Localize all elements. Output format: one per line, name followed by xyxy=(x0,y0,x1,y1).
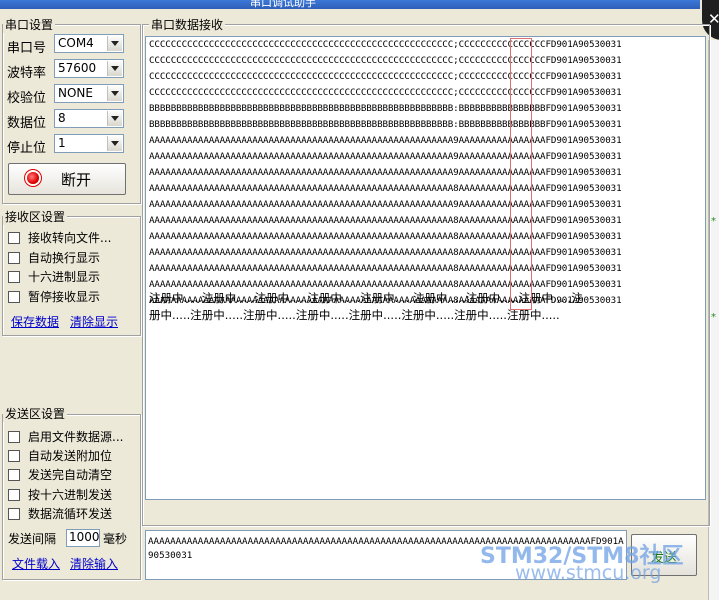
parity-value: NONE xyxy=(58,86,93,100)
receive-line: AAAAAAAAAAAAAAAAAAAAAAAAAAAAAAAAAAAAAAAA… xyxy=(149,279,622,290)
port-label: 串口号 xyxy=(7,41,47,56)
receive-line: AAAAAAAAAAAAAAAAAAAAAAAAAAAAAAAAAAAAAAAA… xyxy=(149,199,622,210)
save-data-link[interactable]: 保存数据 xyxy=(11,313,59,330)
interval-label: 发送间隔 xyxy=(8,532,57,546)
file-load-link[interactable]: 文件载入 xyxy=(12,555,60,572)
receive-line: BBBBBBBBBBBBBBBBBBBBBBBBBBBBBBBBBBBBBBBB… xyxy=(149,103,622,114)
interval-field[interactable] xyxy=(66,529,100,547)
receive-line: AAAAAAAAAAAAAAAAAAAAAAAAAAAAAAAAAAAAAAAA… xyxy=(149,183,622,194)
checkbox-box[interactable] xyxy=(8,270,20,283)
clear-display-link[interactable]: 清除显示 xyxy=(70,313,118,330)
stopbits-label: 停止位 xyxy=(7,141,47,156)
disconnect-button[interactable]: 断开 xyxy=(8,163,126,195)
chevron-down-icon[interactable] xyxy=(107,61,122,76)
stopbits-value: 1 xyxy=(58,136,66,150)
chevron-down-icon[interactable] xyxy=(107,136,122,151)
chevron-down-icon[interactable] xyxy=(107,111,122,126)
port-select[interactable]: COM4 xyxy=(54,34,124,53)
checkbox-box[interactable] xyxy=(8,231,20,244)
checkbox-auto-clear[interactable]: 发送完自动清空 xyxy=(8,466,112,483)
stopbits-select[interactable]: 1 xyxy=(54,134,124,153)
databits-select[interactable]: 8 xyxy=(54,109,124,128)
interval-unit: 毫秒 xyxy=(103,532,128,546)
side-mark: * xyxy=(711,216,716,227)
receive-line: AAAAAAAAAAAAAAAAAAAAAAAAAAAAAAAAAAAAAAAA… xyxy=(149,151,622,162)
receive-line: AAAAAAAAAAAAAAAAAAAAAAAAAAAAAAAAAAAAAAAA… xyxy=(149,231,622,242)
databits-value: 8 xyxy=(58,111,66,125)
checkbox-file-source[interactable]: 启用文件数据源... xyxy=(8,428,123,445)
status-led-icon xyxy=(27,172,39,184)
checkbox-label: 十六进制显示 xyxy=(28,270,101,284)
checkbox-hex-send[interactable]: 按十六进制发送 xyxy=(8,486,112,503)
checkbox-box[interactable] xyxy=(8,488,20,501)
checkbox-hex-display[interactable]: 十六进制显示 xyxy=(8,268,100,285)
checkbox-label: 启用文件数据源... xyxy=(28,430,124,444)
baud-label: 波特率 xyxy=(7,66,47,81)
watermark-url: www.stmcu.org xyxy=(515,562,662,584)
baud-select[interactable]: 57600 xyxy=(54,59,124,78)
receive-settings-title: 接收区设置 xyxy=(3,208,68,225)
receive-line: AAAAAAAAAAAAAAAAAAAAAAAAAAAAAAAAAAAAAAAA… xyxy=(149,263,622,274)
receive-line: CCCCCCCCCCCCCCCCCCCCCCCCCCCCCCCCCCCCCCCC… xyxy=(149,55,622,66)
selection-highlight xyxy=(510,38,532,310)
interval-input[interactable] xyxy=(67,530,99,544)
parity-select[interactable]: NONE xyxy=(54,84,124,103)
receive-line: AAAAAAAAAAAAAAAAAAAAAAAAAAAAAAAAAAAAAAAA… xyxy=(149,167,622,178)
checkbox-loop-send[interactable]: 数据流循环发送 xyxy=(8,505,112,522)
checkbox-box[interactable] xyxy=(8,251,20,264)
receive-line: CCCCCCCCCCCCCCCCCCCCCCCCCCCCCCCCCCCCCCCC… xyxy=(149,87,622,98)
baud-value: 57600 xyxy=(58,61,97,75)
receive-line: CCCCCCCCCCCCCCCCCCCCCCCCCCCCCCCCCCCCCCCC… xyxy=(149,39,622,50)
side-mark: * xyxy=(711,312,716,323)
send-settings-title: 发送区设置 xyxy=(3,405,68,422)
checkbox-pause-display[interactable]: 暂停接收显示 xyxy=(8,288,100,305)
checkbox-label: 暂停接收显示 xyxy=(28,290,101,304)
checkbox-auto-wrap[interactable]: 自动换行显示 xyxy=(8,249,100,266)
receive-textarea[interactable]: CCCCCCCCCCCCCCCCCCCCCCCCCCCCCCCCCCCCCCCC… xyxy=(145,36,706,500)
disconnect-label: 断开 xyxy=(61,171,92,189)
receive-line: CCCCCCCCCCCCCCCCCCCCCCCCCCCCCCCCCCCCCCCC… xyxy=(149,71,622,82)
checkbox-label: 自动换行显示 xyxy=(28,251,101,265)
receive-line: AAAAAAAAAAAAAAAAAAAAAAAAAAAAAAAAAAAAAAAA… xyxy=(149,247,622,258)
port-value: COM4 xyxy=(58,36,94,50)
checkbox-box[interactable] xyxy=(8,430,20,443)
checkbox-label: 发送完自动清空 xyxy=(28,468,113,482)
chevron-down-icon[interactable] xyxy=(107,86,122,101)
checkbox-label: 数据流循环发送 xyxy=(28,507,113,521)
checkbox-box[interactable] xyxy=(8,468,20,481)
title-bar: 串口调试助手 xyxy=(0,0,700,9)
parity-label: 校验位 xyxy=(7,91,47,106)
status-line: 册中.....注册中.....注册中.....注册中.....注册中.....注… xyxy=(149,308,560,322)
checkbox-box[interactable] xyxy=(8,507,20,520)
receive-line: AAAAAAAAAAAAAAAAAAAAAAAAAAAAAAAAAAAAAAAA… xyxy=(149,135,622,146)
chevron-down-icon[interactable] xyxy=(107,36,122,51)
receive-line: BBBBBBBBBBBBBBBBBBBBBBBBBBBBBBBBBBBBBBBB… xyxy=(149,119,622,130)
checkbox-label: 按十六进制发送 xyxy=(28,488,113,502)
clear-input-link[interactable]: 清除输入 xyxy=(70,555,118,572)
checkbox-receive-to-file[interactable]: 接收转向文件... xyxy=(8,229,111,246)
checkbox-label: 接收转向文件... xyxy=(28,231,112,245)
serial-settings-title: 串口设置 xyxy=(3,16,56,33)
checkbox-auto-append[interactable]: 自动发送附加位 xyxy=(8,447,112,464)
checkbox-box[interactable] xyxy=(8,290,20,303)
checkbox-label: 自动发送附加位 xyxy=(28,449,113,463)
window-title: 串口调试助手 xyxy=(250,0,316,9)
receive-line: AAAAAAAAAAAAAAAAAAAAAAAAAAAAAAAAAAAAAAAA… xyxy=(149,215,622,226)
receive-panel-title: 串口数据接收 xyxy=(149,16,226,33)
databits-label: 数据位 xyxy=(7,116,47,131)
checkbox-box[interactable] xyxy=(8,449,20,462)
